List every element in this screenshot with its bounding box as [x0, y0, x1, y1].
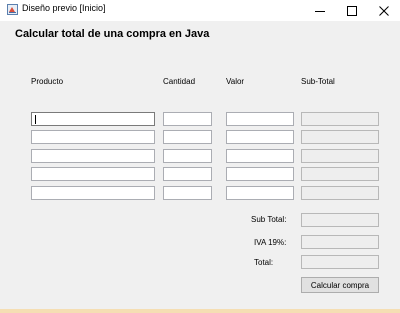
producto-field-1[interactable] — [31, 112, 155, 126]
subtotal-total-field — [301, 213, 379, 227]
title-bar: Diseño previo [Inicio] — [0, 0, 400, 21]
total-label: Total: — [254, 258, 274, 267]
total-field — [301, 255, 379, 269]
calcular-compra-button[interactable]: Calcular compra — [301, 277, 379, 293]
minimize-button[interactable] — [304, 0, 336, 21]
valor-field-5[interactable] — [226, 186, 294, 200]
producto-field-2[interactable] — [31, 130, 155, 144]
close-button[interactable] — [368, 0, 400, 21]
cantidad-field-1[interactable] — [163, 112, 212, 126]
producto-field-4[interactable] — [31, 167, 155, 181]
valor-field-2[interactable] — [226, 130, 294, 144]
subtotal-field-3 — [301, 149, 379, 163]
text-caret — [35, 115, 36, 124]
cantidad-field-2[interactable] — [163, 130, 212, 144]
column-header-producto: Producto — [31, 77, 64, 86]
valor-field-4[interactable] — [226, 167, 294, 181]
iva-label: IVA 19%: — [254, 238, 287, 247]
form-heading: Calcular total de una compra en Java — [15, 28, 210, 40]
column-header-subtotal: Sub-Total — [301, 77, 335, 86]
producto-field-5[interactable] — [31, 186, 155, 200]
window-title: Diseño previo [Inicio] — [22, 3, 106, 13]
app-window: Diseño previo [Inicio] Calcular total de… — [0, 0, 400, 313]
subtotal-field-1 — [301, 112, 379, 126]
column-header-cantidad: Cantidad — [163, 77, 196, 86]
cantidad-field-5[interactable] — [163, 186, 212, 200]
cantidad-field-3[interactable] — [163, 149, 212, 163]
valor-field-1[interactable] — [226, 112, 294, 126]
subtotal-field-4 — [301, 167, 379, 181]
producto-field-3[interactable] — [31, 149, 155, 163]
subtotal-field-5 — [301, 186, 379, 200]
close-icon — [379, 5, 389, 16]
cantidad-field-4[interactable] — [163, 167, 212, 181]
subtotal-label: Sub Total: — [251, 215, 287, 224]
valor-field-3[interactable] — [226, 149, 294, 163]
minimize-icon — [315, 10, 325, 12]
window-bottom-edge — [0, 309, 400, 313]
iva-field — [301, 235, 379, 249]
java-app-icon — [7, 4, 18, 15]
maximize-button[interactable] — [336, 0, 368, 21]
column-header-valor: Valor — [226, 77, 245, 86]
subtotal-field-2 — [301, 130, 379, 144]
maximize-icon — [347, 5, 357, 16]
